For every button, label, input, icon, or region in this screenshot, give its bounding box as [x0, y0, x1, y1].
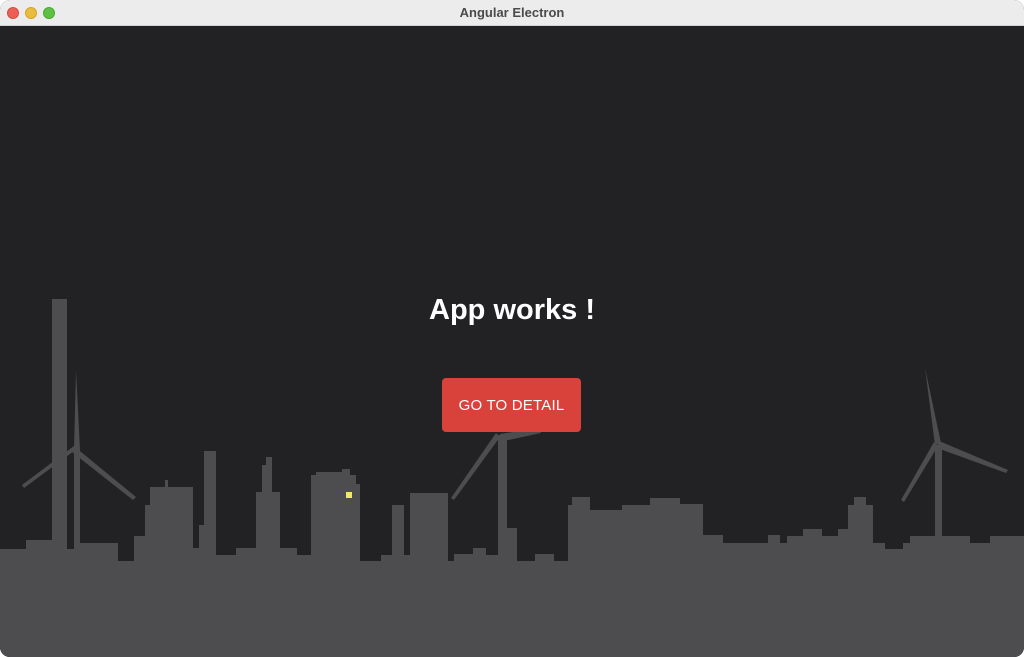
chimney-shape	[52, 299, 67, 559]
city-skyline-illustration	[0, 299, 1024, 657]
wind-turbine-right	[901, 368, 1008, 560]
app-window: Angular Electron App works ! GO TO DETAI…	[0, 0, 1024, 657]
wind-turbine-center	[451, 428, 541, 561]
building-silhouettes	[0, 451, 1024, 657]
title-bar: Angular Electron	[0, 0, 1024, 26]
home-page: App works ! GO TO DETAIL	[0, 26, 1024, 657]
wind-turbine-left	[22, 370, 136, 560]
window-title: Angular Electron	[459, 5, 565, 20]
lit-window	[346, 492, 352, 498]
page-title: App works !	[429, 294, 595, 326]
go-to-detail-button[interactable]: GO TO DETAIL	[442, 378, 581, 432]
